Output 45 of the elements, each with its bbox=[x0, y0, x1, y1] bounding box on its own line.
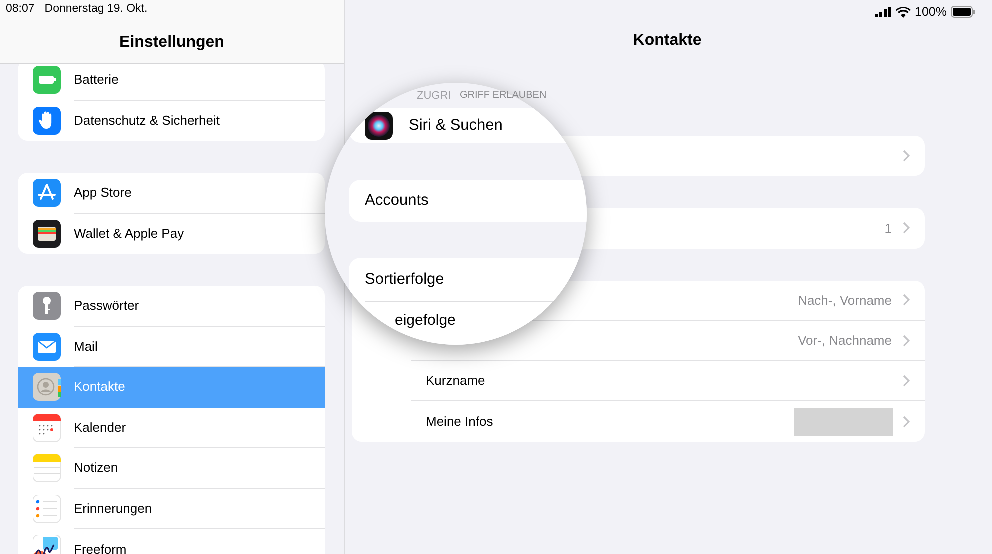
chevron-icon bbox=[903, 150, 910, 162]
key-icon bbox=[33, 292, 61, 320]
signal-icon bbox=[875, 7, 892, 17]
chevron-icon bbox=[903, 222, 910, 234]
sidebar-item[interactable]: Passwörter bbox=[18, 286, 325, 326]
checklist-icon bbox=[33, 494, 61, 523]
settings-row[interactable]: Siri & Suchen bbox=[349, 108, 587, 143]
notepad-icon bbox=[33, 454, 61, 482]
row-value: Nach-, Vorname bbox=[798, 292, 892, 308]
chevron-icon bbox=[903, 334, 910, 347]
sidebar-item[interactable]: Batterie bbox=[18, 60, 325, 100]
battery-icon bbox=[33, 66, 61, 94]
settings-row[interactable]: Meine Infos bbox=[352, 401, 925, 442]
person-icon bbox=[33, 373, 61, 402]
orb-icon bbox=[365, 112, 393, 140]
sidebar-item[interactable]: Notizen bbox=[18, 448, 325, 488]
status-date: Donnerstag 19. Okt. bbox=[44, 3, 148, 17]
sidebar-title: Einstellungen bbox=[118, 34, 226, 52]
chevron-icon bbox=[903, 374, 910, 387]
row-value: Vor-, Nachname bbox=[798, 333, 892, 348]
hand-icon bbox=[33, 106, 61, 135]
sidebar-item[interactable]: Kalender bbox=[18, 408, 325, 448]
chevron-icon bbox=[903, 294, 910, 306]
sidebar-item[interactable]: Erinnerungen bbox=[18, 488, 325, 529]
battery-percentage: 100% bbox=[915, 5, 947, 19]
status-time: 08:07 bbox=[6, 3, 35, 17]
calendar-icon bbox=[33, 414, 61, 442]
wifi-icon bbox=[896, 6, 912, 18]
sidebar-item[interactable]: Datenschutz & Sicherheit bbox=[18, 100, 325, 141]
battery-icon bbox=[951, 6, 976, 18]
settings-row[interactable]: eigefolge bbox=[349, 302, 587, 338]
a-letter-icon bbox=[33, 179, 61, 208]
row-value: 1 bbox=[884, 220, 892, 236]
chevron-icon bbox=[903, 416, 910, 428]
sidebar-item[interactable]: Wallet & Apple Pay bbox=[18, 214, 325, 254]
settings-row[interactable]: Accounts bbox=[349, 180, 587, 222]
envelope-icon bbox=[33, 332, 61, 361]
settings-row[interactable]: Kurzname bbox=[352, 361, 925, 402]
page-title: Kontakte bbox=[632, 31, 703, 51]
sidebar-item[interactable]: App Store bbox=[18, 173, 325, 214]
sidebar-item[interactable]: Freeform bbox=[18, 529, 325, 554]
wallet-icon bbox=[33, 220, 61, 248]
section-header: GRIFF ERLAUBEN bbox=[460, 90, 547, 101]
settings-row[interactable]: Sortierfolge bbox=[365, 258, 587, 302]
section-header: ZUGRI bbox=[417, 90, 452, 102]
